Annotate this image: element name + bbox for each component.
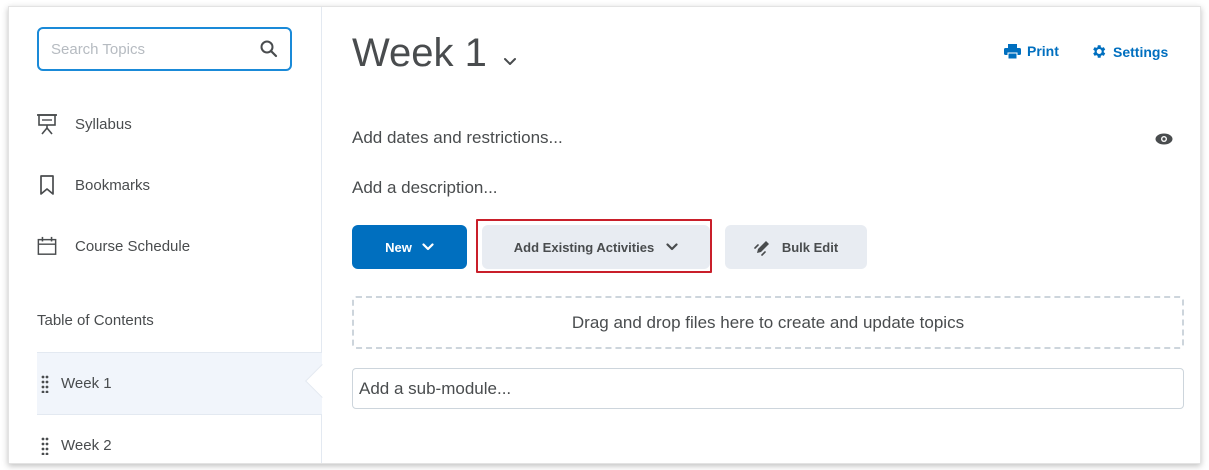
search-input[interactable] (51, 40, 260, 58)
sidebar-item-course-schedule[interactable]: Course Schedule (37, 235, 190, 257)
add-dates-link[interactable]: Add dates and restrictions... (352, 128, 563, 148)
page-title[interactable]: Week 1 (352, 31, 517, 76)
submodule-text: Add a sub-module... (359, 378, 512, 398)
new-button[interactable]: New (352, 225, 467, 269)
chevron-down-icon (666, 243, 678, 251)
toc-heading: Table of Contents (37, 312, 154, 329)
print-button[interactable]: Print (1004, 43, 1059, 59)
drag-handle-icon[interactable] (41, 375, 49, 393)
search-box (37, 27, 292, 71)
chevron-down-icon (422, 243, 434, 251)
bookmark-icon (37, 174, 57, 196)
sidebar-item-label: Syllabus (75, 115, 132, 133)
drag-handle-icon[interactable] (41, 437, 49, 455)
sidebar-item-label: Course Schedule (75, 237, 191, 255)
week-label: Week 2 (61, 437, 112, 454)
sidebar-item-label: Bookmarks (75, 176, 151, 194)
sidebar: Syllabus Bookmarks Course Schedule Ta (9, 7, 322, 463)
week-label: Week 1 (61, 375, 112, 392)
file-dropzone[interactable]: Drag and drop files here to create and u… (352, 296, 1184, 349)
eye-icon[interactable] (1155, 133, 1173, 145)
pencil-icon (754, 241, 769, 256)
content-window: Syllabus Bookmarks Course Schedule Ta (8, 6, 1201, 464)
search-icon[interactable] (260, 40, 278, 58)
gear-icon (1093, 45, 1106, 58)
page-title-text: Week 1 (352, 31, 487, 75)
add-existing-label: Add Existing Activities (513, 239, 655, 255)
chevron-down-icon[interactable] (503, 54, 517, 68)
settings-label: Settings (1113, 43, 1169, 60)
sidebar-item-week-1[interactable]: Week 1 (37, 352, 322, 414)
presentation-board-icon (37, 113, 57, 135)
settings-button[interactable]: Settings (1090, 43, 1168, 60)
add-existing-activities-button[interactable]: Add Existing Activities (482, 225, 710, 269)
dropzone-text: Drag and drop files here to create and u… (571, 312, 965, 332)
add-submodule-input[interactable]: Add a sub-module... (352, 368, 1184, 409)
sidebar-item-week-2[interactable]: Week 2 (37, 414, 322, 463)
print-label: Print (1027, 43, 1059, 59)
sidebar-item-bookmarks[interactable]: Bookmarks (37, 174, 150, 196)
bulk-edit-button[interactable]: Bulk Edit (725, 225, 867, 269)
bulk-edit-label: Bulk Edit (781, 239, 839, 255)
calendar-icon (37, 235, 57, 257)
printer-icon (1004, 43, 1021, 59)
sidebar-item-syllabus[interactable]: Syllabus (37, 113, 132, 135)
new-button-label: New (385, 239, 412, 255)
add-description-link[interactable]: Add a description... (352, 178, 498, 198)
